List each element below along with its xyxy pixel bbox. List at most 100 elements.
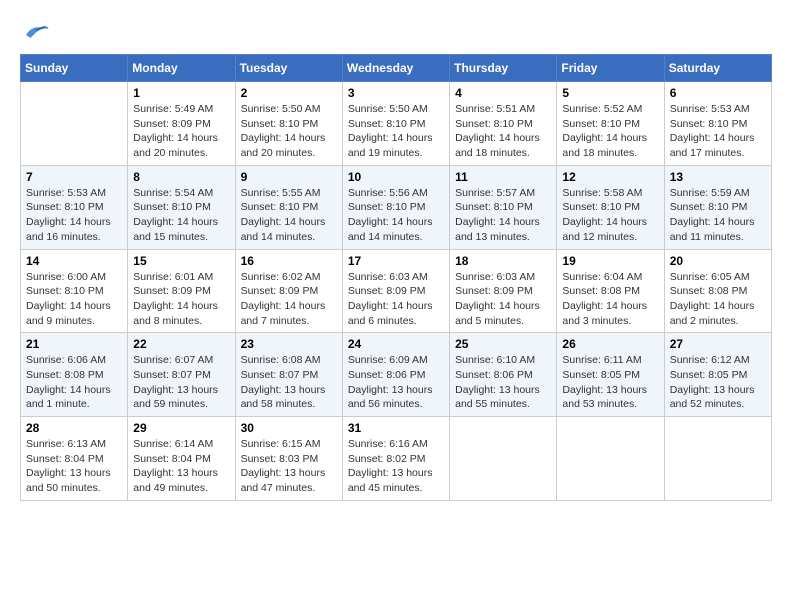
day-info: Sunrise: 6:00 AM Sunset: 8:10 PM Dayligh…: [26, 270, 122, 329]
calendar-cell: 31 Sunrise: 6:16 AM Sunset: 8:02 PM Dayli…: [342, 417, 449, 501]
day-info: Sunrise: 5:50 AM Sunset: 8:10 PM Dayligh…: [348, 102, 444, 161]
day-number: 10: [348, 170, 444, 184]
day-info: Sunrise: 6:04 AM Sunset: 8:08 PM Dayligh…: [562, 270, 658, 329]
day-info: Sunrise: 5:51 AM Sunset: 8:10 PM Dayligh…: [455, 102, 551, 161]
calendar-cell: 16Sunrise: 6:02 AM Sunset: 8:09 PM Dayli…: [235, 249, 342, 333]
calendar-week-row: 14 Sunrise: 6:00 AM Sunset: 8:10 PM Dayli…: [21, 249, 772, 333]
day-info: Sunrise: 6:10 AM Sunset: 8:06 PM Dayligh…: [455, 353, 551, 412]
day-info: Sunrise: 6:16 AM Sunset: 8:02 PM Dayligh…: [348, 437, 444, 496]
calendar-cell: 29 Sunrise: 6:14 AM Sunset: 8:04 PM Dayli…: [128, 417, 235, 501]
calendar-cell: 24 Sunrise: 6:09 AM Sunset: 8:06 PM Dayli…: [342, 333, 449, 417]
day-number: 5: [562, 86, 658, 100]
day-info: Sunrise: 6:11 AM Sunset: 8:05 PM Dayligh…: [562, 353, 658, 412]
day-info: Sunrise: 5:52 AM Sunset: 8:10 PM Dayligh…: [562, 102, 658, 161]
calendar-header-row: SundayMondayTuesdayWednesdayThursdayFrid…: [21, 55, 772, 82]
calendar-cell: [21, 82, 128, 166]
day-number: 6: [670, 86, 766, 100]
calendar-table: SundayMondayTuesdayWednesdayThursdayFrid…: [20, 54, 772, 501]
day-info: Sunrise: 5:54 AM Sunset: 8:10 PM Dayligh…: [133, 186, 229, 245]
day-info: Sunrise: 6:07 AM Sunset: 8:07 PM Dayligh…: [133, 353, 229, 412]
calendar-cell: 11 Sunrise: 5:57 AM Sunset: 8:10 PM Dayli…: [450, 165, 557, 249]
day-number: 19: [562, 254, 658, 268]
day-info: Sunrise: 5:58 AM Sunset: 8:10 PM Dayligh…: [562, 186, 658, 245]
day-info: Sunrise: 5:53 AM Sunset: 8:10 PM Dayligh…: [26, 186, 122, 245]
day-header-wednesday: Wednesday: [342, 55, 449, 82]
day-info: Sunrise: 6:15 AM Sunset: 8:03 PM Dayligh…: [241, 437, 337, 496]
day-number: 30: [241, 421, 337, 435]
calendar-cell: 10 Sunrise: 5:56 AM Sunset: 8:10 PM Dayli…: [342, 165, 449, 249]
day-info: Sunrise: 5:57 AM Sunset: 8:10 PM Dayligh…: [455, 186, 551, 245]
calendar-cell: 18 Sunrise: 6:03 AM Sunset: 8:09 PM Dayli…: [450, 249, 557, 333]
calendar-cell: 5 Sunrise: 5:52 AM Sunset: 8:10 PM Daylig…: [557, 82, 664, 166]
calendar-cell: 7 Sunrise: 5:53 AM Sunset: 8:10 PM Daylig…: [21, 165, 128, 249]
day-number: 29: [133, 421, 229, 435]
calendar-cell: 1 Sunrise: 5:49 AM Sunset: 8:09 PM Daylig…: [128, 82, 235, 166]
day-info: Sunrise: 5:55 AM Sunset: 8:10 PM Dayligh…: [241, 186, 337, 245]
day-info: Sunrise: 6:08 AM Sunset: 8:07 PM Dayligh…: [241, 353, 337, 412]
day-header-saturday: Saturday: [664, 55, 771, 82]
logo: [20, 20, 54, 44]
day-number: 1: [133, 86, 229, 100]
calendar-cell: 23 Sunrise: 6:08 AM Sunset: 8:07 PM Dayli…: [235, 333, 342, 417]
day-info: Sunrise: 6:13 AM Sunset: 8:04 PM Dayligh…: [26, 437, 122, 496]
day-number: 24: [348, 337, 444, 351]
day-number: 26: [562, 337, 658, 351]
calendar-cell: 15 Sunrise: 6:01 AM Sunset: 8:09 PM Dayli…: [128, 249, 235, 333]
calendar-cell: 2Sunrise: 5:50 AM Sunset: 8:10 PM Daylig…: [235, 82, 342, 166]
day-number: 23: [241, 337, 337, 351]
calendar-cell: [450, 417, 557, 501]
day-number: 11: [455, 170, 551, 184]
day-number: 8: [133, 170, 229, 184]
calendar-cell: 19 Sunrise: 6:04 AM Sunset: 8:08 PM Dayli…: [557, 249, 664, 333]
day-info: Sunrise: 6:12 AM Sunset: 8:05 PM Dayligh…: [670, 353, 766, 412]
day-info: Sunrise: 6:09 AM Sunset: 8:06 PM Dayligh…: [348, 353, 444, 412]
calendar-cell: 13 Sunrise: 5:59 AM Sunset: 8:10 PM Dayli…: [664, 165, 771, 249]
day-header-friday: Friday: [557, 55, 664, 82]
calendar-week-row: 21 Sunrise: 6:06 AM Sunset: 8:08 PM Dayli…: [21, 333, 772, 417]
day-number: 31: [348, 421, 444, 435]
day-header-monday: Monday: [128, 55, 235, 82]
day-number: 28: [26, 421, 122, 435]
calendar-cell: 6Sunrise: 5:53 AM Sunset: 8:10 PM Daylig…: [664, 82, 771, 166]
calendar-cell: 22 Sunrise: 6:07 AM Sunset: 8:07 PM Dayli…: [128, 333, 235, 417]
day-number: 20: [670, 254, 766, 268]
calendar-cell: 27 Sunrise: 6:12 AM Sunset: 8:05 PM Dayli…: [664, 333, 771, 417]
day-info: Sunrise: 6:05 AM Sunset: 8:08 PM Dayligh…: [670, 270, 766, 329]
day-number: 14: [26, 254, 122, 268]
calendar-week-row: 7 Sunrise: 5:53 AM Sunset: 8:10 PM Daylig…: [21, 165, 772, 249]
calendar-cell: 14 Sunrise: 6:00 AM Sunset: 8:10 PM Dayli…: [21, 249, 128, 333]
day-number: 2: [241, 86, 337, 100]
day-info: Sunrise: 6:14 AM Sunset: 8:04 PM Dayligh…: [133, 437, 229, 496]
calendar-week-row: 1 Sunrise: 5:49 AM Sunset: 8:09 PM Daylig…: [21, 82, 772, 166]
day-number: 21: [26, 337, 122, 351]
day-number: 22: [133, 337, 229, 351]
calendar-cell: 26 Sunrise: 6:11 AM Sunset: 8:05 PM Dayli…: [557, 333, 664, 417]
calendar-cell: 9 Sunrise: 5:55 AM Sunset: 8:10 PM Daylig…: [235, 165, 342, 249]
logo-bird-icon: [20, 20, 50, 44]
day-header-sunday: Sunday: [21, 55, 128, 82]
calendar-week-row: 28 Sunrise: 6:13 AM Sunset: 8:04 PM Dayli…: [21, 417, 772, 501]
calendar-cell: 25 Sunrise: 6:10 AM Sunset: 8:06 PM Dayli…: [450, 333, 557, 417]
calendar-cell: 17Sunrise: 6:03 AM Sunset: 8:09 PM Dayli…: [342, 249, 449, 333]
day-number: 25: [455, 337, 551, 351]
day-number: 27: [670, 337, 766, 351]
day-info: Sunrise: 5:59 AM Sunset: 8:10 PM Dayligh…: [670, 186, 766, 245]
day-number: 7: [26, 170, 122, 184]
calendar-cell: 12Sunrise: 5:58 AM Sunset: 8:10 PM Dayli…: [557, 165, 664, 249]
day-number: 13: [670, 170, 766, 184]
day-info: Sunrise: 6:06 AM Sunset: 8:08 PM Dayligh…: [26, 353, 122, 412]
day-info: Sunrise: 5:49 AM Sunset: 8:09 PM Dayligh…: [133, 102, 229, 161]
calendar-cell: 8 Sunrise: 5:54 AM Sunset: 8:10 PM Daylig…: [128, 165, 235, 249]
day-header-thursday: Thursday: [450, 55, 557, 82]
calendar-cell: 4Sunrise: 5:51 AM Sunset: 8:10 PM Daylig…: [450, 82, 557, 166]
day-info: Sunrise: 5:56 AM Sunset: 8:10 PM Dayligh…: [348, 186, 444, 245]
day-number: 18: [455, 254, 551, 268]
day-info: Sunrise: 6:01 AM Sunset: 8:09 PM Dayligh…: [133, 270, 229, 329]
calendar-cell: 20 Sunrise: 6:05 AM Sunset: 8:08 PM Dayli…: [664, 249, 771, 333]
page-header: [20, 20, 772, 44]
day-number: 15: [133, 254, 229, 268]
day-info: Sunrise: 6:03 AM Sunset: 8:09 PM Dayligh…: [455, 270, 551, 329]
day-number: 9: [241, 170, 337, 184]
day-number: 3: [348, 86, 444, 100]
day-info: Sunrise: 6:02 AM Sunset: 8:09 PM Dayligh…: [241, 270, 337, 329]
